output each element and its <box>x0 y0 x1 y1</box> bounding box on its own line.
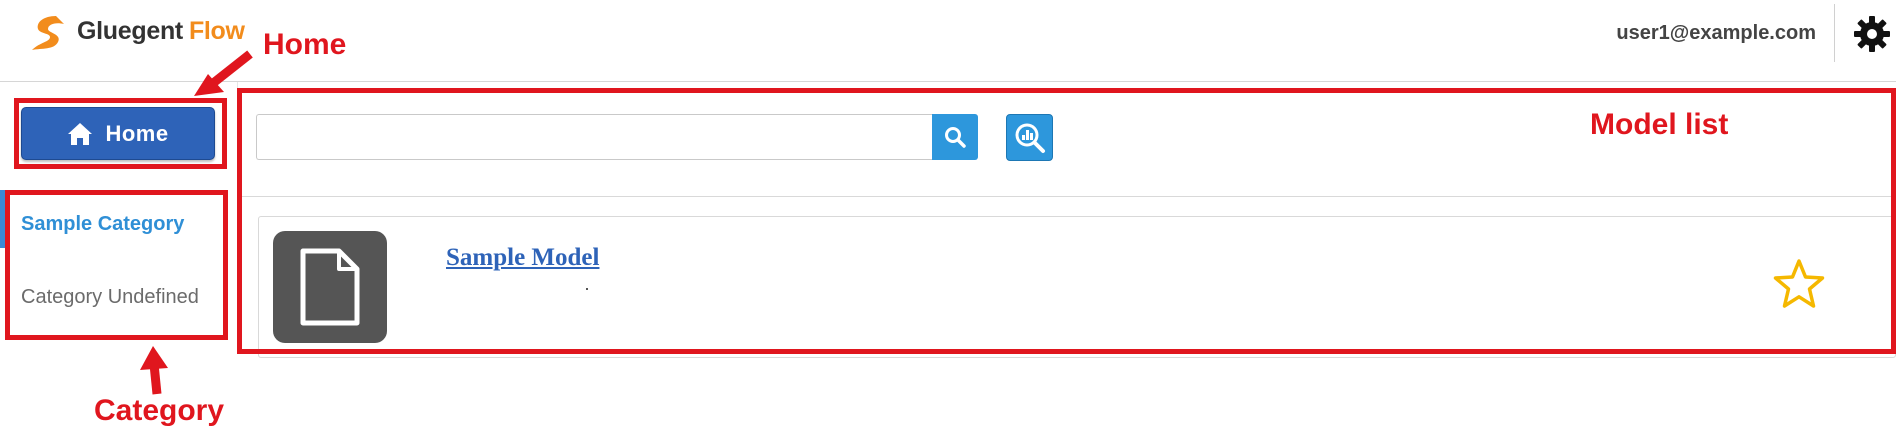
user-email[interactable]: user1@example.com <box>1580 20 1816 46</box>
gluegent-logo-icon <box>32 16 64 50</box>
annotation-arrow-home <box>194 50 253 96</box>
gear-icon[interactable] <box>1852 14 1892 54</box>
annotation-box-category <box>5 190 228 340</box>
brand-name: Gluegent <box>77 17 183 45</box>
annotation-box-home <box>14 98 227 169</box>
annotation-label-model-list: Model list <box>1590 108 1729 141</box>
brand-product: Flow <box>188 17 245 45</box>
header-divider <box>1834 4 1835 62</box>
annotation-label-home: Home <box>263 28 347 61</box>
annotation-arrow-category <box>140 346 168 395</box>
brand-logo-text[interactable]: Gluegent Flow <box>77 16 245 46</box>
annotation-label-category: Category <box>94 394 225 427</box>
